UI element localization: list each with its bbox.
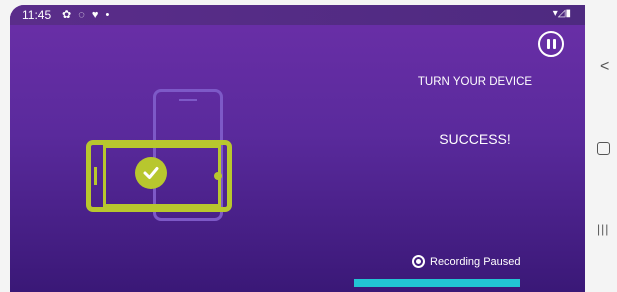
recording-status: Recording Paused (412, 255, 521, 268)
status-time: 11:45 (22, 8, 52, 22)
radio-icon (412, 255, 425, 268)
back-nav-icon[interactable]: < (600, 58, 609, 76)
checkmark-icon (135, 157, 167, 189)
success-text: SUCCESS! (439, 131, 511, 147)
pause-button[interactable] (538, 31, 564, 57)
recording-status-label: Recording Paused (430, 255, 521, 268)
bottom-action-bar[interactable] (354, 279, 520, 287)
pause-icon (546, 39, 550, 49)
status-icons: ✿ ◌ ♥ • (62, 9, 112, 21)
home-nav-icon[interactable] (597, 142, 610, 155)
status-bar: 11:45 ✿ ◌ ♥ • ▾◿▮ (10, 5, 585, 25)
instruction-text: TURN YOUR DEVICE (417, 76, 533, 88)
signal-battery-icon: ▾◿▮ (552, 8, 571, 19)
recent-apps-icon[interactable]: ||| (597, 222, 609, 236)
